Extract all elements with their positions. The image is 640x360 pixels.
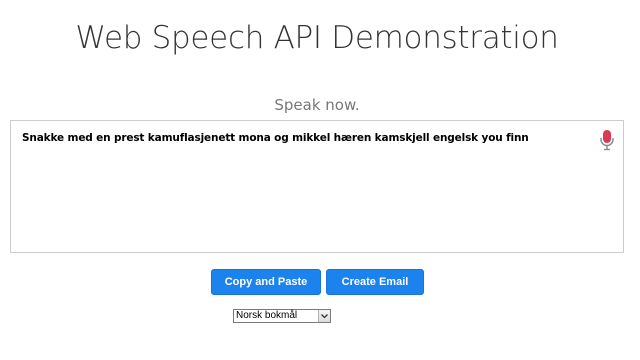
language-select[interactable]: Norsk bokmål (233, 309, 331, 323)
page-title-sub: Demonstration (331, 20, 559, 56)
page-title-main: Web Speech API (75, 20, 322, 56)
start-mic-button[interactable] (599, 129, 615, 151)
copy-and-paste-button[interactable]: Copy and Paste (211, 269, 321, 295)
status-info: Speak now. (274, 96, 360, 114)
action-buttons: Copy and Paste Create Email (211, 269, 424, 295)
chevron-down-icon[interactable] (318, 310, 330, 322)
chevron-down-icon-svg (321, 314, 328, 319)
microphone-icon (599, 130, 615, 154)
microphone-icon-svg (600, 130, 614, 151)
results-box[interactable]: Snakke med en prest kamuflasjenett mona … (10, 120, 624, 253)
create-email-button[interactable]: Create Email (326, 269, 424, 295)
final-transcript: Snakke med en prest kamuflasjenett mona … (22, 132, 529, 144)
language-select-value: Norsk bokmål (236, 310, 298, 321)
page-title: Web Speech API Demonstration (0, 20, 634, 56)
